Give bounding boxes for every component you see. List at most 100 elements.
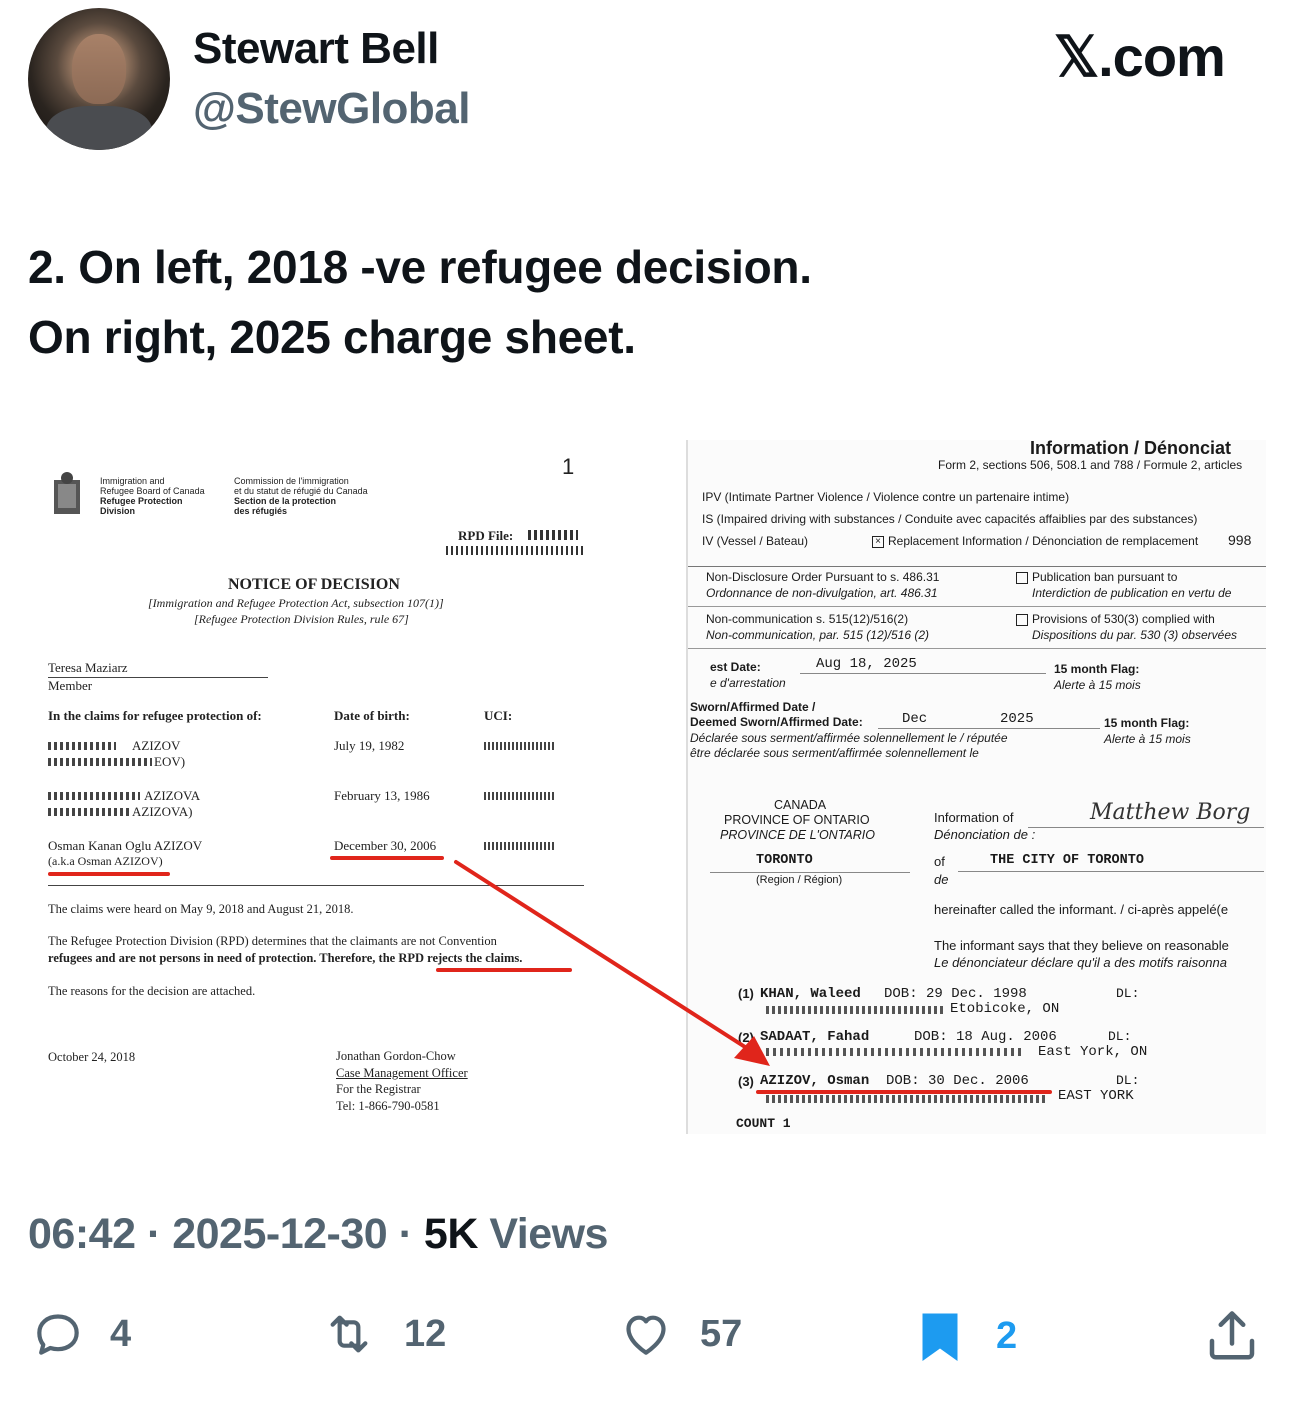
flag-label-2: 15 month Flag: bbox=[1104, 716, 1190, 730]
pub-checkbox bbox=[1016, 572, 1028, 584]
redacted-uci bbox=[484, 742, 554, 750]
arrest-date: Aug 18, 2025 bbox=[816, 656, 917, 672]
accused-2-num: (2) bbox=[738, 1030, 754, 1045]
accused-1-dl: DL: bbox=[1116, 986, 1140, 1001]
officer-block: Jonathan Gordon-Chow Case Management Off… bbox=[336, 1049, 468, 1113]
avatar[interactable] bbox=[28, 8, 170, 150]
prov-checkbox bbox=[1016, 614, 1028, 626]
sworn-label-fr-2: être déclarée sous serment/affirmée sole… bbox=[690, 746, 979, 760]
arrest-label-fr: e d'arrestation bbox=[710, 676, 786, 690]
x-logo: 𝕏.com bbox=[1054, 25, 1226, 88]
tweet-time[interactable]: 06:42 bbox=[28, 1210, 136, 1258]
ndo-label: Non-Disclosure Order Pursuant to s. 486.… bbox=[706, 570, 940, 584]
nc-label: Non-communication s. 515(12)/516(2) bbox=[706, 612, 909, 626]
arrest-label: est Date: bbox=[710, 660, 761, 674]
like-count: 57 bbox=[700, 1312, 743, 1355]
redacted-name bbox=[48, 742, 116, 750]
separator-dot: · bbox=[146, 1210, 173, 1258]
heart-icon bbox=[626, 1315, 666, 1355]
dob-header: Date of birth: bbox=[334, 708, 410, 723]
count-label: COUNT 1 bbox=[736, 1116, 791, 1131]
flag-label-fr: Alerte à 15 mois bbox=[1054, 678, 1141, 692]
field-underline bbox=[878, 728, 1100, 729]
author-handle[interactable]: @StewGlobal bbox=[193, 84, 471, 134]
charge-sheet-image[interactable]: Information / Dénonciat Form 2, sections… bbox=[686, 438, 1266, 1134]
determines-text-2: refugees and are not persons in need of … bbox=[48, 951, 523, 965]
field-underline bbox=[800, 673, 1046, 674]
share-button[interactable] bbox=[1200, 1306, 1264, 1366]
accused-1-dob: DOB: 29 Dec. 1998 bbox=[884, 986, 1027, 1002]
annotation-underline bbox=[330, 856, 444, 860]
annotation-underline bbox=[436, 968, 572, 972]
info-title: Information / Dénonciat bbox=[1030, 438, 1232, 458]
informant-says-text: The informant says that they believe on … bbox=[934, 938, 1229, 953]
org-en: Immigration and Refugee Board of Canada … bbox=[100, 476, 205, 516]
accused-3-name: AZIZOV, Osman bbox=[760, 1073, 870, 1089]
repost-icon bbox=[330, 1315, 368, 1353]
informant-signature: Matthew Borg bbox=[1090, 800, 1251, 825]
accused-1-name: KHAN, Waleed bbox=[760, 986, 861, 1002]
accused-2-dob: DOB: 18 Aug. 2006 bbox=[914, 1029, 1057, 1045]
divider bbox=[688, 566, 1266, 567]
avatar-face bbox=[72, 34, 126, 104]
sworn-month: Dec bbox=[902, 711, 928, 727]
pub-label: Publication ban pursuant to bbox=[1032, 570, 1178, 584]
redacted-uci bbox=[484, 792, 554, 800]
bookmark-count: 2 bbox=[996, 1314, 1018, 1357]
notice-subtitle-1: [Immigration and Refugee Protection Act,… bbox=[148, 596, 444, 610]
sworn-label-1: Sworn/Affirmed Date / bbox=[690, 700, 816, 714]
redacted-address bbox=[766, 1006, 946, 1014]
redacted-address bbox=[766, 1095, 1046, 1103]
claimant-2-name: AZIZOVA bbox=[144, 788, 201, 803]
info-of-label: Information of bbox=[934, 810, 1014, 825]
toronto-label: TORONTO bbox=[756, 853, 813, 868]
coat-of-arms-icon bbox=[54, 472, 80, 514]
refugee-decision-image[interactable]: Immigration and Refugee Board of Canada … bbox=[28, 440, 588, 1132]
prov-label: Provisions of 530(3) complied with bbox=[1032, 612, 1215, 626]
notice-title: NOTICE OF DECISION bbox=[228, 576, 400, 593]
bookmark-icon bbox=[922, 1313, 958, 1361]
ids-line: IS (Impaired driving with substances / C… bbox=[702, 512, 1198, 526]
divider bbox=[688, 606, 1266, 607]
canada-label: CANADA bbox=[774, 798, 827, 812]
claimant-3-name: Osman Kanan Oglu AZIZOV bbox=[48, 838, 203, 853]
redacted-name bbox=[48, 792, 140, 800]
divider bbox=[48, 885, 584, 886]
sworn-label-fr-1: Déclarée sous serment/affirmée solennell… bbox=[690, 731, 1008, 745]
pub-label-fr: Interdiction de publication en vertu de bbox=[1032, 586, 1232, 600]
city-label: THE CITY OF TORONTO bbox=[990, 853, 1144, 868]
repost-count: 12 bbox=[404, 1312, 447, 1355]
tweet-line-1: 2. On left, 2018 -ve refugee decision. bbox=[28, 241, 812, 293]
claimant-3-dob: December 30, 2006 bbox=[334, 838, 437, 853]
tweet-date[interactable]: 2025-12-30 bbox=[172, 1210, 387, 1258]
reply-button[interactable]: 4 bbox=[28, 1306, 131, 1362]
province-label-fr: PROVINCE DE L'ONTARIO bbox=[720, 828, 875, 842]
replacement-checkbox: × bbox=[872, 536, 884, 548]
field-underline bbox=[958, 871, 1264, 872]
notice-subtitle-2: [Refugee Protection Division Rules, rule… bbox=[194, 612, 409, 626]
rpd-file-label: RPD File: bbox=[458, 528, 514, 543]
nc-label-fr: Non-communication, par. 515 (12)/516 (2) bbox=[706, 628, 929, 642]
tweet-line-2: On right, 2025 charge sheet. bbox=[28, 311, 636, 363]
iv-line: IV (Vessel / Bateau) bbox=[702, 534, 809, 548]
avatar-body bbox=[46, 106, 152, 150]
heard-text: The claims were heard on May 9, 2018 and… bbox=[48, 902, 354, 916]
sworn-year: 2025 bbox=[1000, 711, 1034, 727]
accused-1-place: Etobicoke, ON bbox=[950, 1001, 1060, 1017]
informant-says-text-fr: Le dénonciateur déclare qu'il a des moti… bbox=[934, 955, 1227, 970]
determines-text-1: The Refugee Protection Division (RPD) de… bbox=[48, 934, 497, 948]
repost-button[interactable]: 12 bbox=[316, 1306, 446, 1362]
reply-count: 4 bbox=[110, 1312, 132, 1355]
annotation-underline bbox=[756, 1090, 1052, 1094]
flag-label-fr-2: Alerte à 15 mois bbox=[1104, 732, 1191, 746]
accused-2-dl: DL: bbox=[1108, 1029, 1132, 1044]
author-name[interactable]: Stewart Bell bbox=[193, 24, 439, 74]
prov-label-fr: Dispositions du par. 530 (3) observées bbox=[1032, 628, 1237, 642]
replacement-label: Replacement Information / Dénonciation d… bbox=[888, 534, 1199, 548]
bookmark-button[interactable]: 2 bbox=[910, 1306, 1017, 1366]
tweet-text: 2. On left, 2018 -ve refugee decision. O… bbox=[28, 232, 812, 372]
member-name: Teresa Maziarz bbox=[48, 660, 128, 675]
like-button[interactable]: 57 bbox=[614, 1306, 742, 1362]
claims-header: In the claims for refugee protection of: bbox=[48, 708, 262, 723]
claimant-1-dob: July 19, 1982 bbox=[334, 738, 405, 753]
